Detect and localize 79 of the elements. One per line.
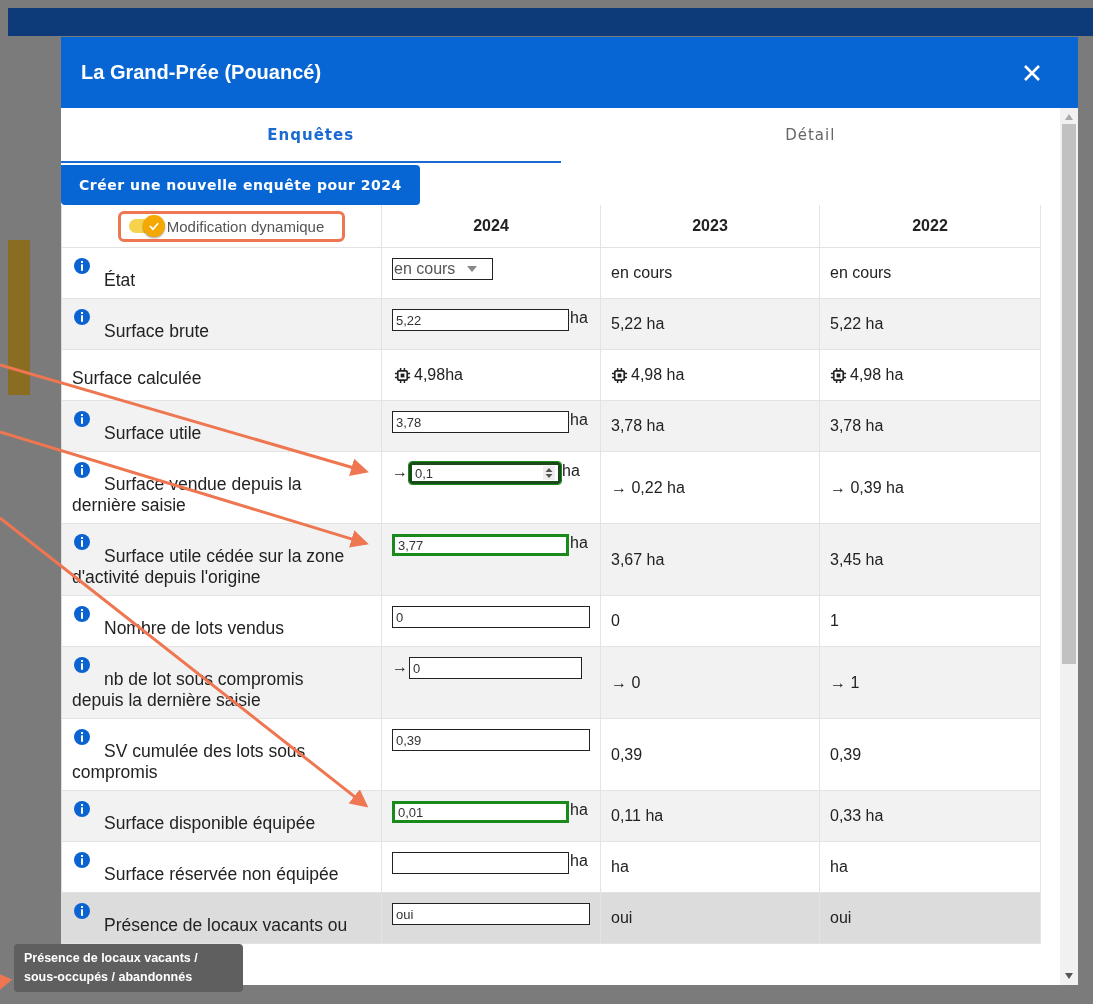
row-label: État bbox=[103, 270, 136, 291]
table-cell: ha bbox=[830, 858, 848, 876]
unit-label: ha bbox=[570, 534, 588, 552]
chip-icon bbox=[830, 366, 847, 384]
info-icon[interactable] bbox=[74, 462, 90, 478]
info-icon[interactable] bbox=[74, 852, 90, 868]
unit-label: ha bbox=[570, 801, 588, 819]
info-icon[interactable] bbox=[74, 309, 90, 325]
input-field[interactable]: 0,1 bbox=[409, 462, 561, 484]
tab[interactable]: Détail bbox=[560, 108, 1060, 163]
chip-icon bbox=[611, 366, 628, 384]
tooltip: Présence de locaux vacants / sous-occupés / abandonnés bbox=[14, 944, 243, 992]
scroll-down-icon[interactable] bbox=[1065, 973, 1073, 979]
table-cell: ha bbox=[611, 858, 629, 876]
unit-label: ha bbox=[562, 462, 580, 480]
input-field[interactable]: 3,78 bbox=[392, 411, 569, 433]
row-label: Présence de locaux vacants ou bbox=[103, 915, 348, 936]
table-cell: 3,78 ha bbox=[830, 417, 884, 435]
input-field[interactable]: 5,22 bbox=[392, 309, 569, 331]
input-field[interactable]: 0 bbox=[392, 606, 590, 628]
info-icon[interactable] bbox=[74, 729, 90, 745]
table-cell: 0 bbox=[611, 612, 620, 630]
column-header: 2024 bbox=[382, 205, 601, 247]
info-icon[interactable] bbox=[74, 606, 90, 622]
table-cell: 5,22 ha bbox=[830, 315, 884, 333]
table-cell: en cours bbox=[830, 264, 892, 282]
scrollbar[interactable] bbox=[1060, 108, 1078, 985]
info-icon[interactable] bbox=[74, 258, 90, 274]
table-cell: 0,11 ha bbox=[611, 807, 664, 825]
table-cell: 0,39 bbox=[611, 745, 643, 764]
table-cell: 4,98 ha bbox=[631, 366, 685, 384]
table-cell: → 0,22 ha bbox=[611, 478, 685, 497]
table-cell: → 0 bbox=[611, 673, 641, 692]
info-icon[interactable] bbox=[74, 903, 90, 919]
info-icon[interactable] bbox=[74, 657, 90, 673]
table-cell: → 1 bbox=[830, 673, 860, 692]
row-label: Surface disponible équipée bbox=[103, 813, 316, 834]
column-header: 2023 bbox=[601, 205, 820, 247]
table-cell: 0,39 bbox=[830, 745, 862, 764]
computed-value: 4,98ha bbox=[414, 366, 463, 384]
unit-label: ha bbox=[570, 852, 588, 870]
spinner-icon[interactable] bbox=[543, 466, 555, 480]
table-cell: 3,67 ha bbox=[611, 550, 665, 569]
table-cell: en cours bbox=[611, 264, 673, 282]
input-field[interactable]: 0,01 bbox=[392, 801, 569, 823]
row-label: Surface brute bbox=[103, 321, 210, 342]
table-cell: 1 bbox=[830, 612, 839, 630]
info-icon[interactable] bbox=[74, 801, 90, 817]
column-header: 2022 bbox=[820, 205, 1041, 247]
row-label: Surface utile bbox=[103, 423, 202, 444]
input-field[interactable]: 3,77 bbox=[392, 534, 569, 556]
table-cell: oui bbox=[830, 909, 852, 927]
table-cell: oui bbox=[611, 909, 633, 927]
tab[interactable]: Enquêtes bbox=[61, 108, 561, 163]
table-cell: 3,45 ha bbox=[830, 550, 884, 569]
input-field[interactable]: 0,39 bbox=[392, 729, 590, 751]
dropdown-caret-icon bbox=[467, 266, 478, 272]
unit-label: ha bbox=[570, 309, 588, 327]
table-cell: 0,33 ha bbox=[830, 807, 884, 825]
status-select[interactable]: en cours bbox=[392, 258, 493, 280]
row-label: Surface calculée bbox=[72, 368, 202, 389]
close-icon[interactable] bbox=[1022, 62, 1042, 83]
info-icon[interactable] bbox=[74, 534, 90, 550]
input-field[interactable]: oui bbox=[392, 903, 590, 925]
table-cell: 5,22 ha bbox=[611, 315, 665, 333]
create-survey-button[interactable]: Créer une nouvelle enquête pour 2024 bbox=[61, 165, 420, 205]
row-label: Surface réservée non équipée bbox=[103, 864, 339, 885]
input-field[interactable]: 0 bbox=[409, 657, 582, 679]
dialog-title: La Grand-Prée (Pouancé) bbox=[81, 61, 322, 84]
table-cell: 4,98 ha bbox=[850, 366, 904, 384]
toggle-label: Modification dynamique bbox=[166, 217, 325, 235]
table-cell: → 0,39 ha bbox=[830, 478, 904, 497]
chip-icon bbox=[394, 366, 411, 384]
arrow-symbol: → bbox=[392, 657, 408, 677]
unit-label: ha bbox=[570, 411, 588, 429]
input-field[interactable] bbox=[392, 852, 569, 874]
info-icon[interactable] bbox=[74, 411, 90, 427]
table-cell: 3,78 ha bbox=[611, 417, 665, 435]
arrow-symbol: → bbox=[392, 462, 408, 482]
